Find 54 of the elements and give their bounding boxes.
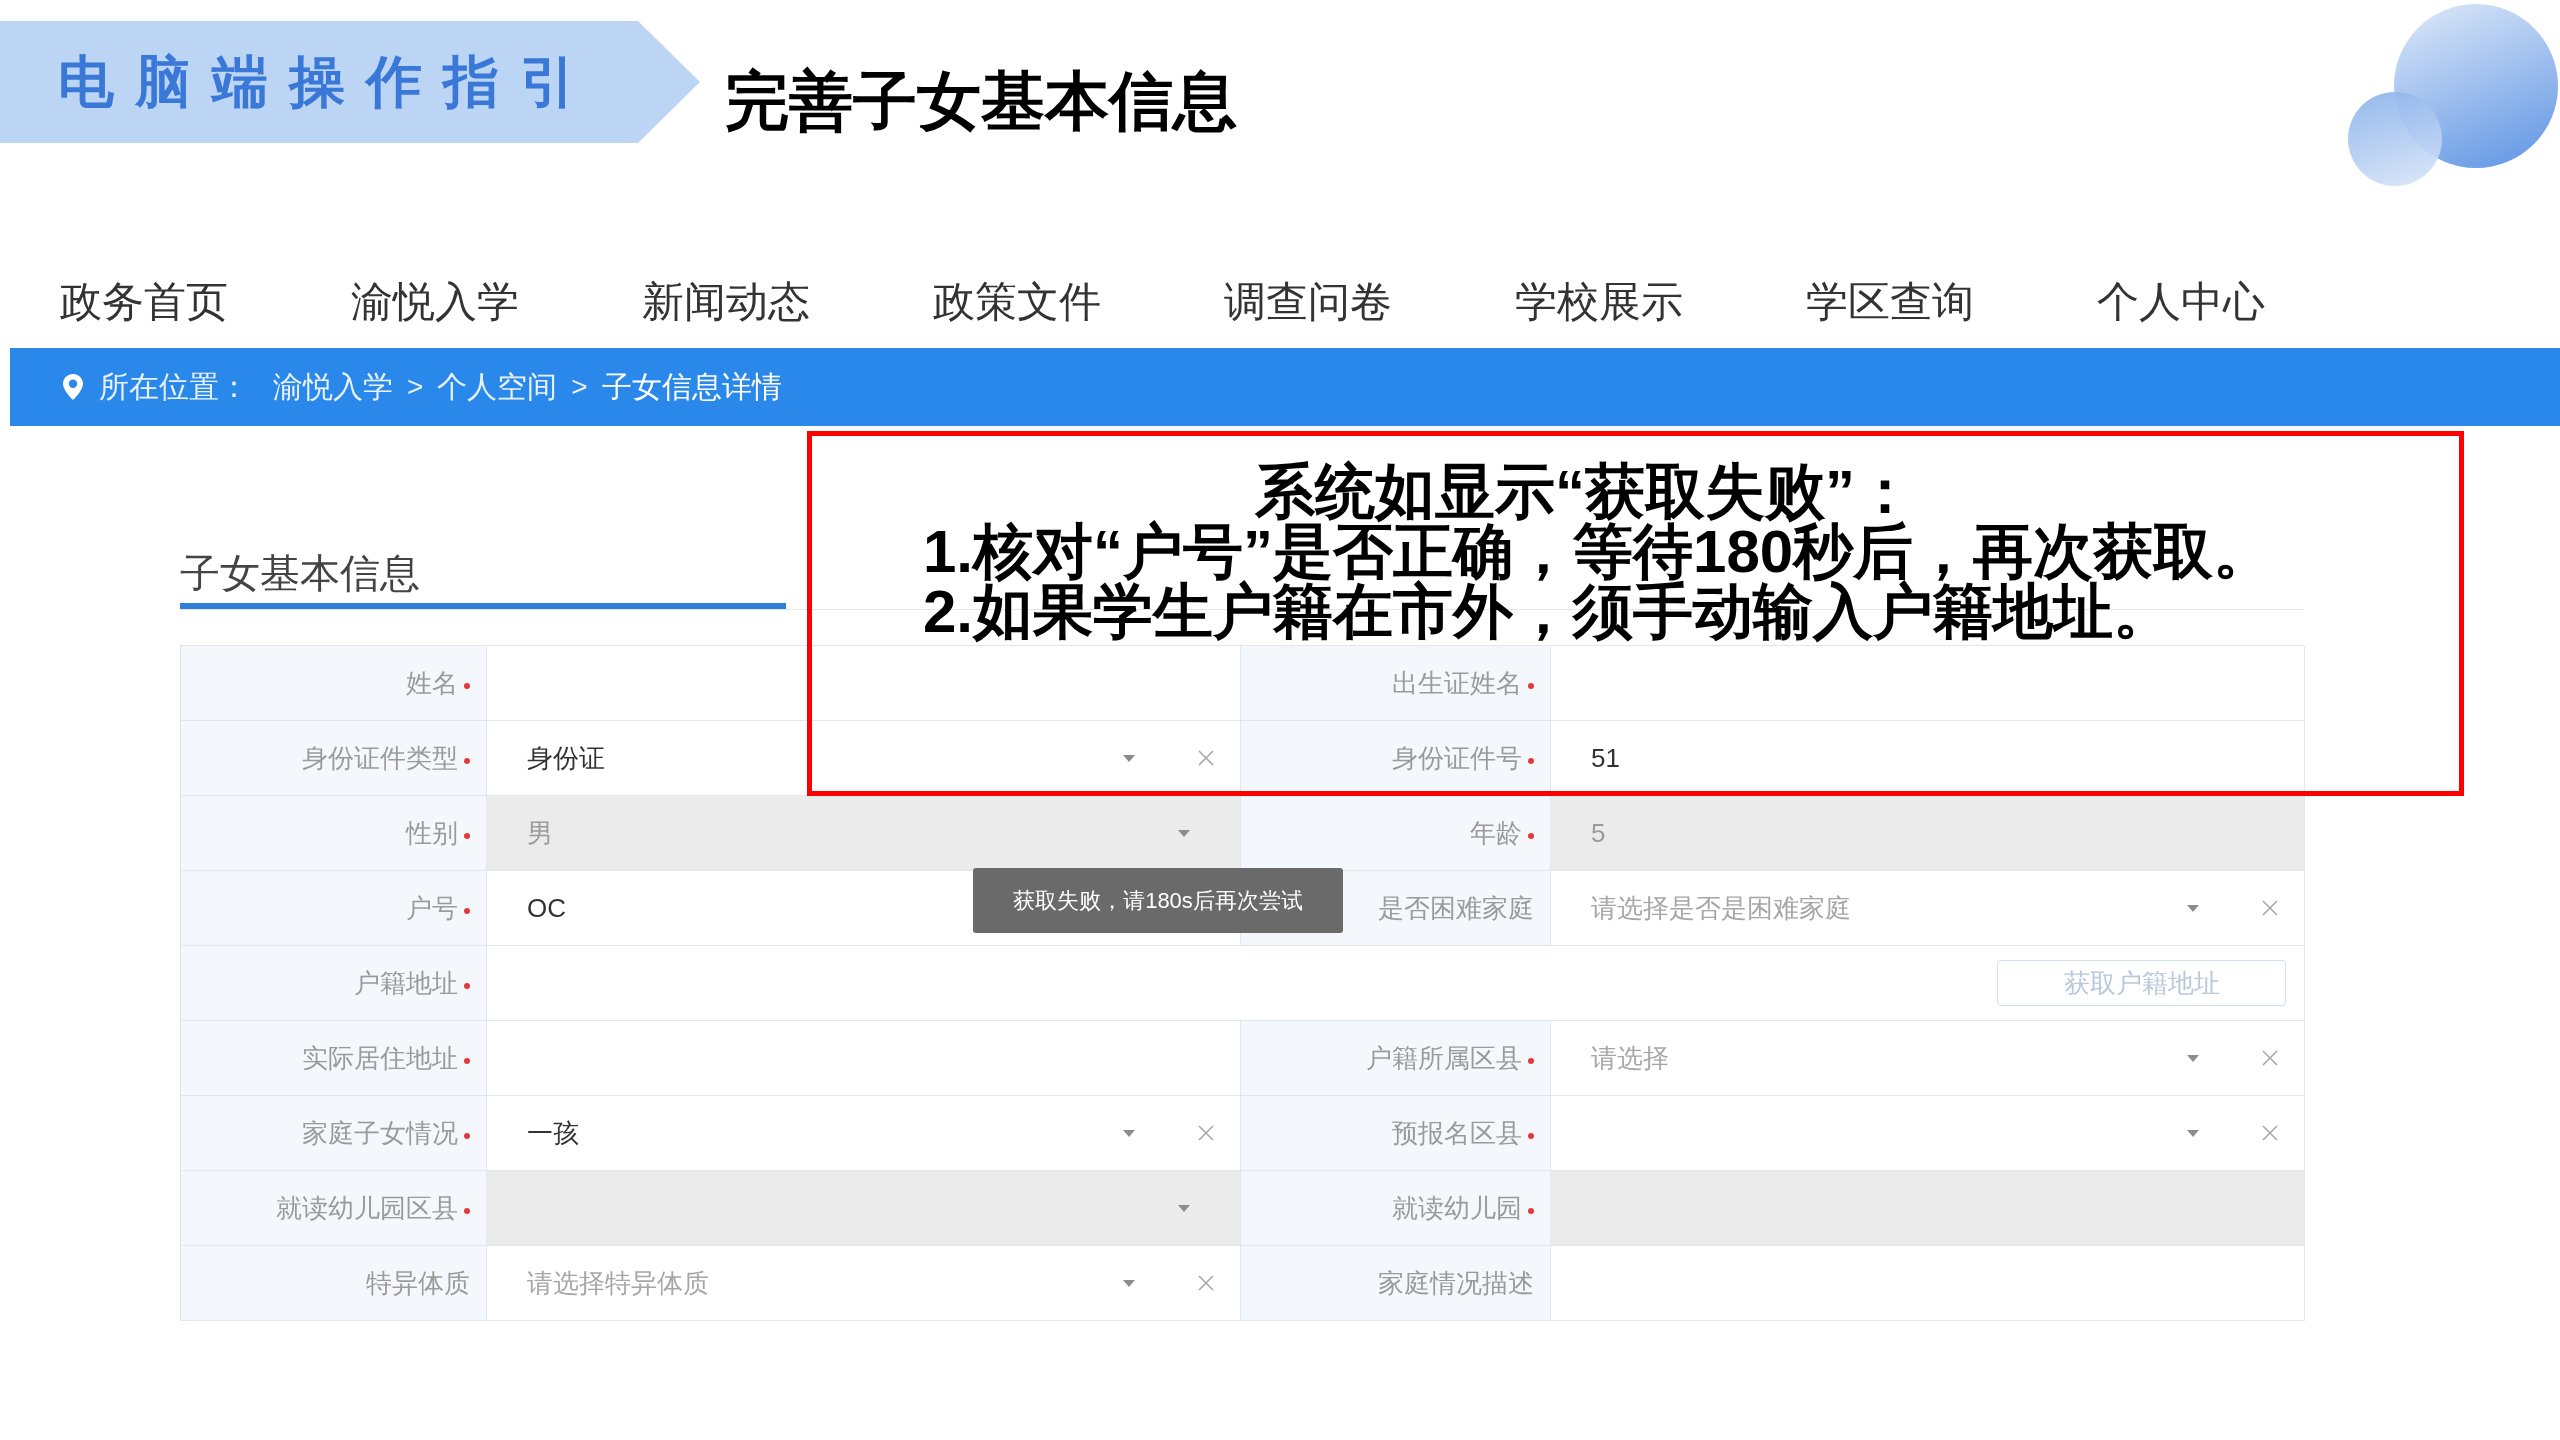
caret-down-icon (1123, 754, 1135, 762)
nav-link[interactable]: 调查问卷 (1224, 281, 1392, 323)
text-field[interactable] (1551, 646, 2305, 721)
clear-icon[interactable] (2262, 1125, 2278, 1141)
caret-down-icon (2187, 1129, 2199, 1137)
caret-down-icon (2187, 1054, 2199, 1062)
breadcrumb-separator: > (407, 373, 424, 401)
field-label: 身份证件类型 (302, 745, 458, 771)
section-title: 子女基本信息 (180, 553, 420, 593)
breadcrumb-label: 所在位置： (99, 372, 249, 402)
field-label: 就读幼儿园 (1392, 1195, 1522, 1221)
field-label: 姓名 (406, 670, 458, 696)
field-label: 身份证件号 (1392, 745, 1522, 771)
select-field[interactable]: 一孩 (487, 1096, 1241, 1171)
field-label: 出生证姓名 (1392, 670, 1522, 696)
select-field[interactable]: 身份证 (487, 721, 1241, 796)
nav-link[interactable]: 个人中心 (2097, 281, 2265, 323)
guide-banner: 电脑端操作指引 (0, 21, 700, 143)
clear-icon[interactable] (2262, 900, 2278, 916)
field-label: 性别 (406, 820, 458, 846)
field-label: 户号 (406, 895, 458, 921)
caret-down-icon (1123, 1279, 1135, 1287)
field-label: 年龄 (1470, 820, 1522, 846)
text-field[interactable] (1551, 1246, 2305, 1321)
nav-link[interactable]: 学区查询 (1806, 281, 1974, 323)
field-label: 就读幼儿园区县 (276, 1195, 458, 1221)
toast-notification: 获取失败，请180s后再次尝试 (973, 868, 1343, 933)
breadcrumb-separator: > (571, 373, 588, 401)
text-field[interactable] (487, 1021, 1241, 1096)
nav-link[interactable]: 新闻动态 (642, 281, 810, 323)
field-label: 预报名区县 (1392, 1120, 1522, 1146)
caret-down-icon (1123, 1129, 1135, 1137)
clear-icon[interactable] (1198, 1125, 1214, 1141)
clear-icon[interactable] (2262, 1050, 2278, 1066)
text-field[interactable] (487, 646, 1241, 721)
nav-link[interactable]: 政策文件 (933, 281, 1101, 323)
callout-text: 2.如果学生户籍在市外，须手动输入户籍地址。 (923, 582, 2174, 642)
select-field[interactable] (1551, 1096, 2305, 1171)
nav-link[interactable]: 渝悦入学 (351, 281, 519, 323)
field-label: 家庭子女情况 (302, 1120, 458, 1146)
clear-icon[interactable] (1198, 1275, 1214, 1291)
field-label: 家庭情况描述 (1378, 1270, 1534, 1296)
field-label: 是否困难家庭 (1378, 895, 1534, 921)
field-label: 特异体质 (366, 1270, 470, 1296)
callout-heading: 系统如显示“获取失败”： (1255, 462, 1915, 522)
breadcrumb-current: 子女信息详情 (601, 372, 782, 402)
caret-down-icon (2187, 904, 2199, 912)
nav-link[interactable]: 学校展示 (1515, 281, 1683, 323)
field-label: 户籍地址 (354, 970, 458, 996)
nav-link[interactable]: 政务首页 (60, 281, 228, 323)
field-label: 实际居住地址 (302, 1045, 458, 1071)
field-label: 户籍所属区县 (1366, 1045, 1522, 1071)
clear-icon[interactable] (1198, 750, 1214, 766)
location-pin-icon (63, 374, 83, 400)
